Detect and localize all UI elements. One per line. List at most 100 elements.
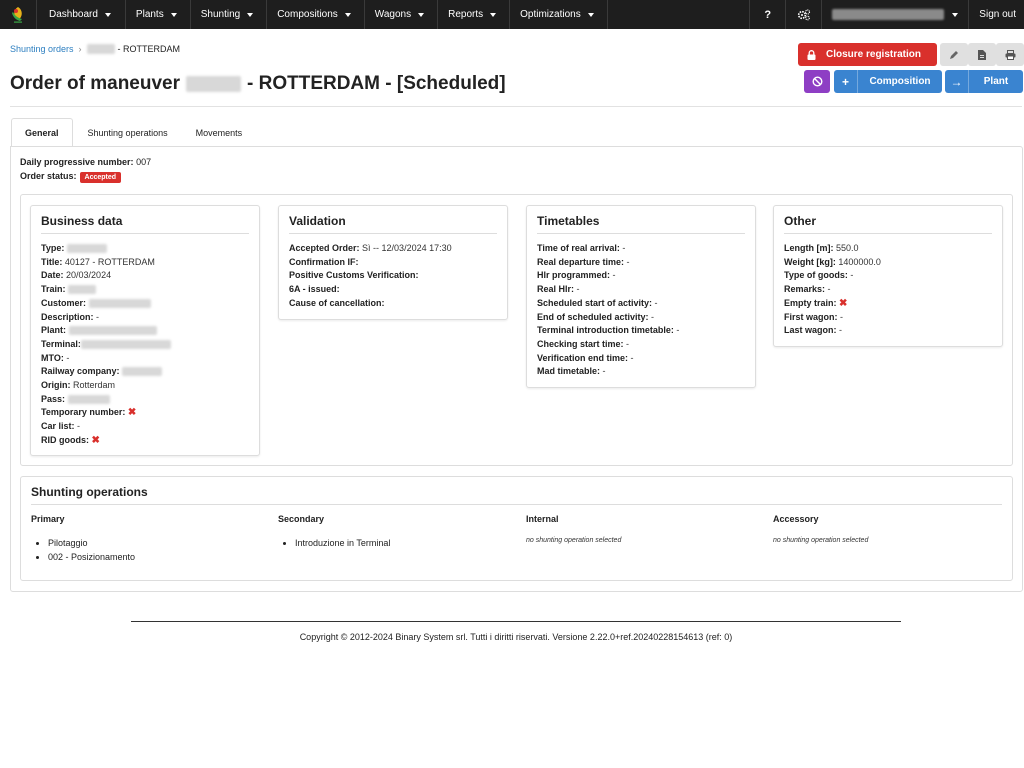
customer-label: Customer: bbox=[41, 297, 87, 308]
logo-icon bbox=[12, 6, 22, 23]
car-list-value: - bbox=[77, 421, 81, 432]
add-composition-button[interactable]: + Composition bbox=[834, 70, 942, 93]
railway-label: Railway company: bbox=[41, 366, 120, 377]
pass-row: Pass: bbox=[41, 393, 249, 407]
nav-dashboard-label: Dashboard bbox=[49, 9, 98, 20]
timetable-label: Terminal introduction timetable: bbox=[537, 325, 674, 336]
date-label: Date: bbox=[41, 270, 64, 281]
accepted-order-value: Sì -- 12/03/2024 17:30 bbox=[362, 243, 452, 253]
sixa-row: 6A - issued: bbox=[289, 283, 497, 297]
nav-reports-label: Reports bbox=[448, 9, 484, 20]
weight-row: Weight [kg]: 1400000.0 bbox=[784, 256, 992, 270]
title-label: Title: bbox=[41, 256, 63, 267]
page-title: Order of maneuver - ROTTERDAM - [Schedul… bbox=[10, 73, 506, 95]
accepted-order-row: Accepted Order: Sì -- 12/03/2024 17:30 bbox=[289, 242, 497, 256]
ban-icon bbox=[811, 76, 823, 87]
breadcrumb: Shunting orders › - ROTTERDAM bbox=[10, 44, 180, 54]
first-wagon-row: First wagon: - bbox=[784, 311, 992, 325]
timetable-label: End of scheduled activity: bbox=[537, 311, 649, 322]
railway-value-redacted bbox=[122, 367, 163, 377]
edit-button[interactable] bbox=[940, 43, 968, 66]
order-status-label: Order status: bbox=[20, 171, 77, 181]
remarks-label: Remarks: bbox=[784, 284, 826, 295]
timetable-label: Real departure time: bbox=[537, 256, 625, 267]
primary-heading: Primary bbox=[31, 514, 65, 524]
timetable-value: - bbox=[626, 338, 630, 349]
nav-wagons-label: Wagons bbox=[374, 9, 412, 20]
last-wagon-value: - bbox=[839, 325, 843, 336]
customer-row: Customer: bbox=[41, 297, 249, 311]
cross-icon: ✖ bbox=[839, 297, 848, 309]
timetable-value: - bbox=[654, 297, 658, 308]
settings-button[interactable] bbox=[785, 0, 821, 29]
signout-label: Sign out bbox=[979, 9, 1016, 20]
cross-icon: ✖ bbox=[127, 407, 137, 419]
breadcrumb-current: - ROTTERDAM bbox=[117, 44, 181, 54]
last-wagon-row: Last wagon: - bbox=[784, 324, 992, 338]
mto-row: MTO: - bbox=[41, 352, 249, 366]
closure-registration-button[interactable]: Closure registration bbox=[798, 43, 937, 66]
pass-value-redacted bbox=[67, 394, 110, 404]
nav-plants[interactable]: Plants bbox=[124, 0, 190, 29]
cancel-order-button[interactable] bbox=[804, 70, 830, 93]
mto-label: MTO: bbox=[41, 352, 64, 363]
confirmation-label: Confirmation IF: bbox=[289, 256, 359, 267]
signout-link[interactable]: Sign out bbox=[968, 0, 1024, 29]
timetables-card: Timetables Time of real arrival: - Real … bbox=[526, 205, 756, 388]
nav-shunting-label: Shunting bbox=[200, 9, 241, 20]
business-data-title: Business data bbox=[41, 214, 249, 234]
chevron-down-icon bbox=[344, 12, 351, 17]
chevron-down-icon bbox=[587, 12, 594, 17]
date-value: 20/03/2024 bbox=[66, 270, 112, 281]
progressive-number-value: 007 bbox=[136, 157, 152, 167]
progressive-number-label: Daily progressive number: bbox=[20, 157, 134, 167]
rid-goods-row: RID goods: ✖ bbox=[41, 434, 249, 448]
nav-wagons[interactable]: Wagons bbox=[363, 0, 437, 29]
go-plant-button[interactable]: → Plant bbox=[945, 70, 1023, 93]
weight-value: 1400000.0 bbox=[838, 256, 881, 267]
nav-compositions[interactable]: Compositions bbox=[266, 0, 364, 29]
user-menu[interactable] bbox=[821, 0, 968, 29]
chevron-down-icon bbox=[490, 12, 497, 17]
accessory-empty-text: no shunting operation selected bbox=[773, 537, 869, 544]
list-item: 002 - Posizionamento bbox=[48, 551, 135, 565]
nav-plants-label: Plants bbox=[135, 9, 164, 20]
date-row: Date: 20/03/2024 bbox=[41, 269, 249, 283]
help-button[interactable]: ? bbox=[749, 0, 785, 29]
temporary-number-row: Temporary number: ✖ bbox=[41, 406, 249, 420]
nav-reports[interactable]: Reports bbox=[437, 0, 509, 29]
remarks-value: - bbox=[827, 284, 831, 295]
cross-icon: ✖ bbox=[91, 434, 100, 446]
title-value: 40127 - ROTTERDAM bbox=[64, 256, 155, 267]
timetable-value: - bbox=[676, 325, 680, 336]
status-badge: Accepted bbox=[79, 172, 122, 183]
nav-shunting[interactable]: Shunting bbox=[189, 0, 266, 29]
tab-general[interactable]: General bbox=[11, 118, 73, 147]
list-item: Introduzione in Terminal bbox=[295, 537, 390, 551]
shunting-operations-title: Shunting operations bbox=[31, 485, 148, 499]
accepted-order-label: Accepted Order: bbox=[289, 243, 360, 253]
other-card: Other Length [m]: 550.0 Weight [kg]: 140… bbox=[773, 205, 1003, 347]
timetable-label: Time of real arrival: bbox=[537, 243, 620, 253]
timetable-label: Checking start time: bbox=[537, 338, 624, 349]
nav-optimizations[interactable]: Optimizations bbox=[509, 0, 608, 29]
app-logo[interactable] bbox=[0, 0, 36, 29]
first-wagon-label: First wagon: bbox=[784, 311, 838, 322]
tab-bar: General Shunting operations Movements bbox=[11, 118, 255, 147]
cancellation-row: Cause of cancellation: bbox=[289, 297, 497, 311]
breadcrumb-shunting-orders[interactable]: Shunting orders bbox=[10, 44, 74, 54]
temporary-number-label: Temporary number: bbox=[41, 407, 126, 418]
print-button[interactable] bbox=[996, 43, 1024, 66]
car-list-label: Car list: bbox=[41, 421, 75, 432]
nav-optimizations-label: Optimizations bbox=[520, 9, 581, 20]
tab-movements[interactable]: Movements bbox=[183, 118, 256, 147]
goods-label: Type of goods: bbox=[784, 270, 848, 281]
tab-shunting-operations[interactable]: Shunting operations bbox=[75, 118, 181, 147]
train-row: Train: bbox=[41, 283, 249, 297]
length-value: 550.0 bbox=[836, 243, 859, 253]
nav-dashboard[interactable]: Dashboard bbox=[36, 0, 125, 29]
document-button[interactable] bbox=[968, 43, 996, 66]
footer-divider bbox=[131, 621, 901, 622]
internal-column: Internal no shunting operation selected bbox=[526, 514, 621, 544]
file-icon bbox=[978, 49, 986, 60]
